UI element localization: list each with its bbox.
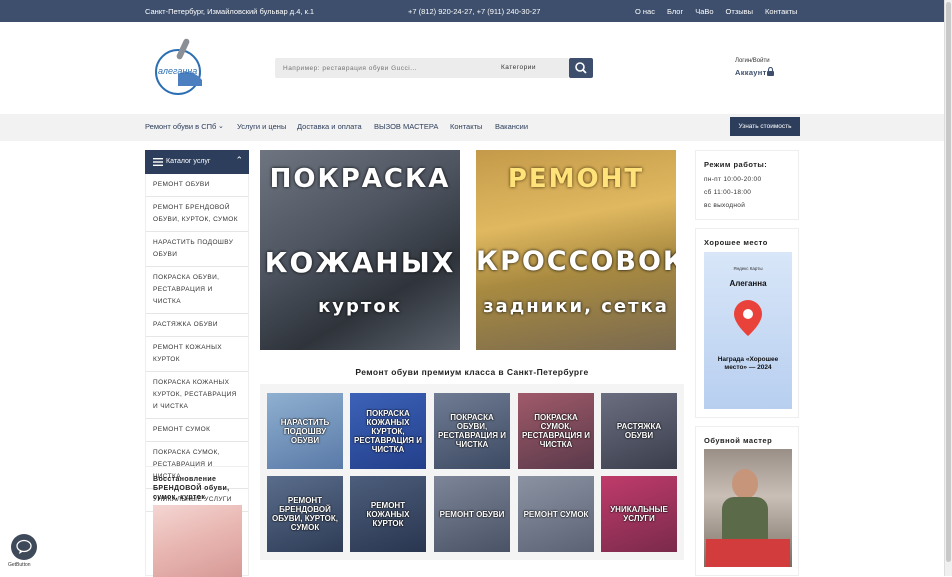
- banner-jacket-line2: КОЖАНЫХ: [264, 246, 456, 279]
- tile-sole-label: Нарастить подошву обуви: [280, 417, 330, 445]
- tile-brand-repair[interactable]: Ремонт брендовой обуви, курток, сумок: [267, 476, 343, 552]
- chevron-down-icon[interactable]: ⌄: [218, 122, 224, 130]
- page-scrollbar[interactable]: [944, 0, 952, 576]
- award-text: Награда «Хорошее место» — 2024: [717, 356, 779, 371]
- promo-title: Восстановление БРЕНДОВОЙ обуви, сумок, к…: [153, 476, 230, 501]
- master-photo: [704, 449, 792, 567]
- nav-delivery[interactable]: Доставка и оплата: [297, 122, 362, 131]
- lock-icon: [767, 67, 774, 76]
- maps-label: Яндекс Карты: [733, 266, 763, 271]
- brand-restore-promo[interactable]: Восстановление БРЕНДОВОЙ обуви, сумок, к…: [145, 466, 249, 577]
- catalog-item-shoe-repair[interactable]: Ремонт обуви: [145, 174, 249, 197]
- top-link-contacts[interactable]: Контакты: [765, 7, 797, 16]
- tile-unique[interactable]: Уникальные услуги: [601, 476, 677, 552]
- banner-sneaker-line3: задники, сетка: [483, 296, 669, 317]
- price-request-button[interactable]: Узнать стоимость: [730, 117, 800, 136]
- tile-jacket-repair-label: Ремонт кожаных курток: [366, 500, 410, 528]
- tile-brand-repair-label: Ремонт брендовой обуви, курток, сумок: [271, 496, 339, 532]
- tile-bag-painting-label: Покраска сумок, реставрация и чистка: [522, 413, 590, 449]
- tile-jacket-repair[interactable]: Ремонт кожаных курток: [350, 476, 426, 552]
- nav-call-master[interactable]: ВЫЗОВ МАСТЕРА: [374, 122, 438, 131]
- map-pin-icon: [734, 300, 762, 336]
- master-box: Обувной мастер: [695, 426, 799, 576]
- tile-jacket-painting-label: Покраска кожаных курток, реставрация и ч…: [354, 408, 422, 454]
- banner-jacket-line1: ПОКРАСКА: [269, 164, 451, 194]
- hours-title: Режим работы:: [704, 160, 768, 169]
- catalog-menu: Ремонт обуви Ремонт брендовой обуви, кур…: [145, 174, 249, 512]
- tile-sole[interactable]: Нарастить подошву обуви: [267, 393, 343, 469]
- hours-sunday: вс выходной: [704, 202, 746, 209]
- top-bar: Санкт-Петербург, Измайловский бульвар д.…: [0, 0, 944, 22]
- tile-stretching[interactable]: Растяжка обуви: [601, 393, 677, 469]
- tile-shoe-painting-label: Покраска обуви, реставрация и чистка: [438, 413, 506, 449]
- tile-bag-painting[interactable]: Покраска сумок, реставрация и чистка: [518, 393, 594, 469]
- logo-lettering: алеганна: [158, 66, 197, 76]
- address-text: Санкт-Петербург, Измайловский бульвар д.…: [145, 7, 315, 16]
- nav-vacancies[interactable]: Вакансии: [495, 122, 528, 131]
- search-button[interactable]: [569, 58, 593, 78]
- award-company: Алеганна: [729, 279, 767, 288]
- catalog-item-brand-repair[interactable]: Ремонт брендовой обуви, курток, сумок: [145, 197, 249, 232]
- logo[interactable]: алеганна: [148, 34, 214, 98]
- catalog-item-bag-repair[interactable]: Ремонт сумок: [145, 419, 249, 442]
- tile-shoe-repair-label: Ремонт обуви: [439, 509, 505, 519]
- tile-jacket-painting[interactable]: Покраска кожаных курток, реставрация и ч…: [350, 393, 426, 469]
- tile-bag-repair-label: Ремонт сумок: [523, 509, 589, 519]
- catalog-item-jacket-repair[interactable]: Ремонт кожаных курток: [145, 337, 249, 372]
- account-link[interactable]: Аккаунт: [735, 68, 767, 77]
- section-title: Ремонт обуви премиум класса в Санкт-Пете…: [355, 367, 589, 377]
- hours-weekdays: пн-пт 10:00-20:00: [704, 176, 762, 183]
- tile-bag-repair[interactable]: Ремонт сумок: [518, 476, 594, 552]
- banner-sneaker-line2: КРОССОВОК: [476, 246, 676, 277]
- chat-icon: [16, 539, 32, 554]
- search-bar: Категории: [275, 58, 569, 78]
- catalog-item-stretching[interactable]: Растяжка обуви: [145, 314, 249, 337]
- scrollbar-thumb[interactable]: [946, 2, 951, 562]
- tile-stretching-label: Растяжка обуви: [616, 422, 662, 440]
- catalog-header[interactable]: Каталог услуг ⌃: [145, 150, 249, 174]
- search-icon: [575, 62, 587, 74]
- phones-text[interactable]: +7 (812) 920-24-27, +7 (911) 240-30-27: [408, 7, 540, 16]
- top-links: О нас Блог ЧаВо Отзывы Контакты: [635, 7, 797, 16]
- top-link-about[interactable]: О нас: [635, 7, 655, 16]
- nav-contacts[interactable]: Контакты: [450, 122, 482, 131]
- tile-shoe-painting[interactable]: Покраска обуви, реставрация и чистка: [434, 393, 510, 469]
- catalog-item-sole[interactable]: Нарастить подошву обуви: [145, 232, 249, 267]
- chat-widget-button[interactable]: [11, 534, 37, 560]
- search-input[interactable]: [275, 58, 485, 78]
- promo-image: [153, 505, 242, 577]
- getbutton-credit[interactable]: GetButton: [8, 562, 31, 568]
- working-hours-box: Режим работы: пн-пт 10:00-20:00 сб 11:00…: [695, 150, 799, 220]
- award-title: Хорошее место: [704, 238, 768, 247]
- top-link-reviews[interactable]: Отзывы: [726, 7, 753, 16]
- catalog-item-shoe-painting[interactable]: Покраска обуви, реставрация и чистка: [145, 267, 249, 314]
- banner-sneaker-repair[interactable]: РЕМОНТ КРОССОВОК задники, сетка: [476, 150, 676, 350]
- master-title: Обувной мастер: [704, 436, 773, 445]
- tile-unique-label: Уникальные услуги: [610, 505, 668, 523]
- top-link-faq[interactable]: ЧаВо: [695, 7, 713, 16]
- hours-saturday: сб 11:00-18:00: [704, 189, 752, 196]
- banner-jacket-painting[interactable]: ПОКРАСКА КОЖАНЫХ курток: [260, 150, 460, 350]
- tile-shoe-repair[interactable]: Ремонт обуви: [434, 476, 510, 552]
- chevron-up-icon[interactable]: ⌃: [235, 155, 243, 166]
- catalog-item-jacket-painting[interactable]: Покраска кожаных курток, реставрация и ч…: [145, 372, 249, 419]
- banner-jacket-line3: курток: [318, 296, 402, 317]
- good-place-box: Хорошее место Яндекс Карты Алеганна Нагр…: [695, 228, 799, 418]
- top-link-blog[interactable]: Блог: [667, 7, 683, 16]
- login-link[interactable]: Логин/Войти: [735, 58, 770, 64]
- award-badge[interactable]: Яндекс Карты Алеганна Награда «Хорошее м…: [704, 252, 792, 409]
- catalog-title: Каталог услуг: [166, 158, 211, 165]
- nav-repair-spb[interactable]: Ремонт обуви в СПб: [145, 122, 216, 131]
- category-select[interactable]: Категории: [501, 64, 536, 71]
- menu-icon: [153, 158, 163, 166]
- nav-services[interactable]: Услуги и цены: [237, 122, 286, 131]
- banner-sneaker-line1: РЕМОНТ: [507, 164, 645, 194]
